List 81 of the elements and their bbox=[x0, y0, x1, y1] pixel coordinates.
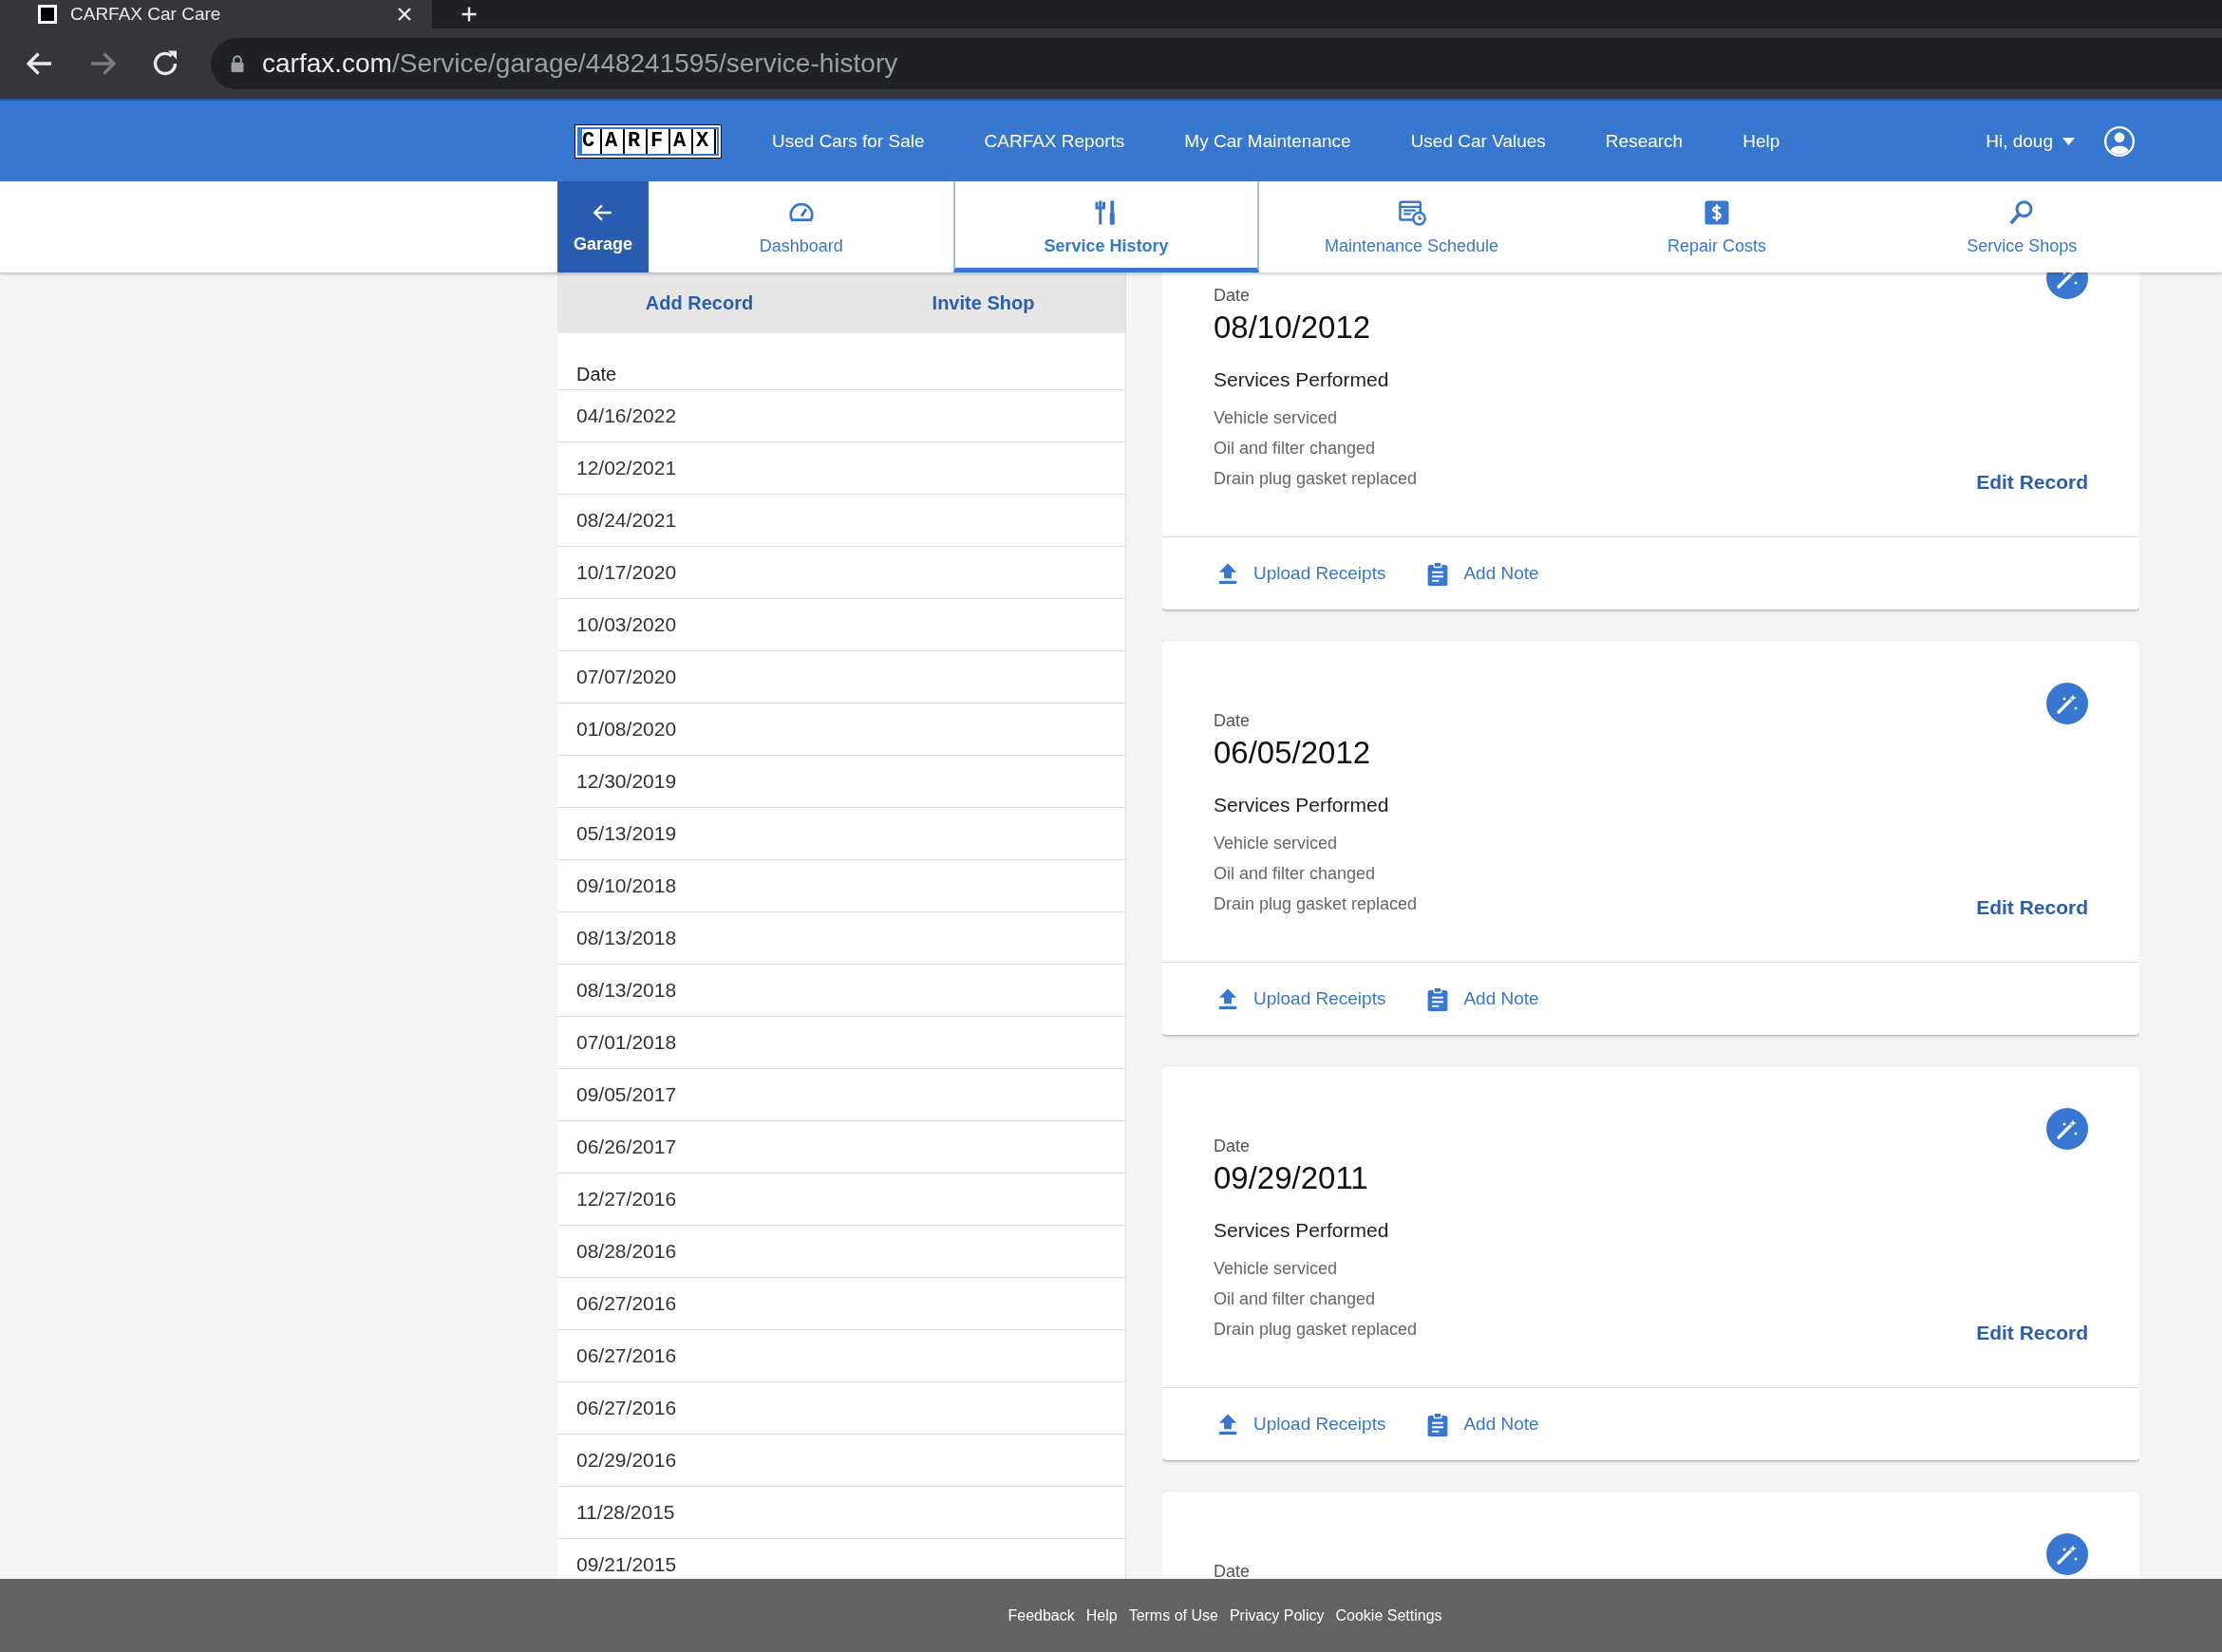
date-label: Date bbox=[1214, 286, 1252, 306]
record-date: 08/10/2012 bbox=[1214, 310, 1372, 346]
service-item: Oil and filter changed bbox=[1214, 1288, 1377, 1310]
service-item: Oil and filter changed bbox=[1214, 438, 1377, 460]
card-action-link[interactable]: Add Note bbox=[1425, 986, 1539, 1011]
service-item: Oil and filter changed bbox=[1214, 863, 1377, 885]
date-row[interactable]: 09/05/2017 bbox=[557, 1069, 1125, 1121]
date-row[interactable]: 08/13/2018 bbox=[557, 912, 1125, 965]
card-action-link[interactable]: Upload Receipts bbox=[1215, 1412, 1386, 1436]
date-row[interactable]: 04/16/2022 bbox=[557, 390, 1125, 442]
date-label: Date bbox=[1214, 1136, 1252, 1156]
nav-tab[interactable]: Service Shops bbox=[1869, 181, 2175, 272]
date-row[interactable]: 02/29/2016 bbox=[557, 1435, 1125, 1487]
date-row[interactable]: 10/03/2020 bbox=[557, 599, 1125, 651]
date-row[interactable]: 05/13/2019 bbox=[557, 808, 1125, 860]
date-row[interactable]: 09/10/2018 bbox=[557, 860, 1125, 912]
date-row[interactable]: 08/28/2016 bbox=[557, 1226, 1125, 1278]
record-date: 09/29/2011 bbox=[1214, 1160, 1369, 1196]
service-item: Drain plug gasket replaced bbox=[1214, 893, 1419, 915]
footer-link[interactable]: Feedback bbox=[1007, 1606, 1075, 1624]
date-row[interactable]: 08/13/2018 bbox=[557, 965, 1125, 1017]
service-item: Vehicle serviced bbox=[1214, 833, 1339, 854]
footer-link[interactable]: Privacy Policy bbox=[1229, 1606, 1325, 1624]
caret-icon bbox=[2062, 137, 2075, 145]
nav-link[interactable]: Research bbox=[1605, 130, 1684, 152]
date-row[interactable]: 12/30/2019 bbox=[557, 756, 1125, 808]
date-label: Date bbox=[1214, 1562, 1252, 1579]
edit-record-link[interactable]: Edit Record bbox=[1976, 896, 2088, 919]
history-action-link[interactable]: Invite Shop bbox=[841, 272, 1125, 333]
nav-link[interactable]: Help bbox=[1742, 130, 1780, 152]
lock-icon bbox=[230, 55, 245, 72]
column-header: Date bbox=[557, 351, 1125, 390]
service-item: Drain plug gasket replaced bbox=[1214, 1319, 1419, 1341]
nav-link[interactable]: Used Cars for Sale bbox=[772, 130, 925, 152]
card-action-link[interactable]: Add Note bbox=[1425, 1412, 1539, 1436]
date-row[interactable]: 07/07/2020 bbox=[557, 651, 1125, 704]
magic-wand-icon[interactable] bbox=[2046, 683, 2088, 724]
date-row[interactable]: 07/01/2018 bbox=[557, 1017, 1125, 1069]
nav-link[interactable]: My Car Maintenance bbox=[1184, 130, 1351, 152]
footer-link[interactable]: Cookie Settings bbox=[1335, 1606, 1442, 1624]
account-icon[interactable] bbox=[2103, 124, 2136, 158]
browser-tab[interactable]: CARFAX Car Care bbox=[0, 0, 432, 28]
card-action-link[interactable]: Add Note bbox=[1425, 561, 1539, 586]
garage-back-button[interactable]: Garage bbox=[557, 181, 649, 272]
services-heading: Services Performed bbox=[1214, 1219, 1390, 1242]
date-row[interactable]: 06/27/2016 bbox=[557, 1382, 1125, 1435]
date-row[interactable]: 01/08/2020 bbox=[557, 704, 1125, 756]
date-row[interactable]: 08/24/2021 bbox=[557, 495, 1125, 547]
card-action-link[interactable]: Upload Receipts bbox=[1215, 561, 1386, 586]
history-action-link[interactable]: Add Record bbox=[557, 272, 841, 333]
card-action-link[interactable]: Upload Receipts bbox=[1215, 986, 1386, 1011]
nav-link[interactable]: Used Car Values bbox=[1410, 130, 1546, 152]
service-item: Drain plug gasket replaced bbox=[1214, 468, 1419, 490]
address-bar[interactable]: carfax.com/Service/garage/448241595/service-history bbox=[211, 38, 2222, 89]
date-row[interactable]: 06/26/2017 bbox=[557, 1121, 1125, 1173]
edit-record-link[interactable]: Edit Record bbox=[1976, 1322, 2088, 1344]
footer-link[interactable]: Help bbox=[1085, 1606, 1118, 1624]
services-heading: Services Performed bbox=[1214, 368, 1390, 391]
nav-tab[interactable]: Dashboard bbox=[649, 181, 954, 272]
magic-wand-icon[interactable] bbox=[2046, 1108, 2088, 1150]
nav-link[interactable]: CARFAX Reports bbox=[984, 130, 1125, 152]
favicon-icon bbox=[38, 5, 57, 24]
service-item: Vehicle serviced bbox=[1214, 407, 1339, 429]
date-row[interactable]: 06/27/2016 bbox=[557, 1330, 1125, 1382]
date-row[interactable]: 12/27/2016 bbox=[557, 1173, 1125, 1226]
nav-tab[interactable]: Repair Costs bbox=[1564, 181, 1870, 272]
user-menu[interactable]: Hi, doug bbox=[1986, 130, 2075, 152]
service-item: Vehicle serviced bbox=[1214, 1258, 1339, 1280]
services-heading: Services Performed bbox=[1214, 794, 1390, 817]
date-row[interactable]: 10/17/2020 bbox=[557, 547, 1125, 599]
nav-tab[interactable]: Maintenance Schedule bbox=[1258, 181, 1565, 272]
date-row[interactable]: 12/02/2021 bbox=[557, 442, 1125, 495]
record-date: 06/05/2012 bbox=[1214, 735, 1372, 771]
magic-wand-icon[interactable] bbox=[2046, 1533, 2088, 1575]
date-row[interactable]: 11/28/2015 bbox=[557, 1487, 1125, 1539]
edit-record-link[interactable]: Edit Record bbox=[1976, 471, 2088, 494]
new-tab-icon[interactable] bbox=[461, 6, 478, 23]
date-row[interactable]: 06/27/2016 bbox=[557, 1278, 1125, 1330]
date-label: Date bbox=[1214, 711, 1252, 731]
close-icon[interactable] bbox=[396, 6, 413, 23]
footer-link[interactable]: Terms of Use bbox=[1128, 1606, 1218, 1624]
